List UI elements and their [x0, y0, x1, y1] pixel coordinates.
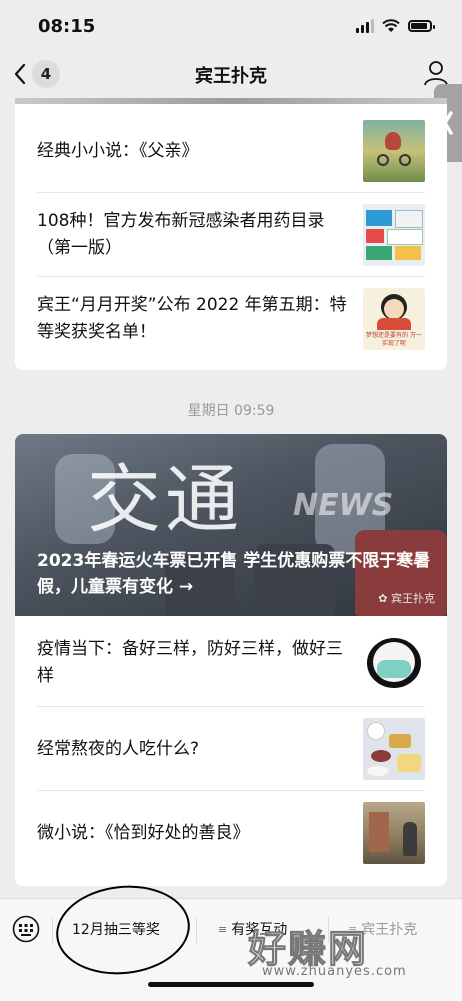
status-bar: 08:15: [0, 0, 462, 52]
article-item[interactable]: 疫情当下：备好三样，防好三样，做好三样: [37, 632, 425, 694]
street-photo-thumbnail: [363, 802, 425, 864]
menu-list-icon: ≡: [218, 922, 228, 936]
user-icon: [424, 61, 448, 86]
article-item[interactable]: 经典小小说：《父亲》: [37, 120, 425, 182]
article-title: 疫情当下：备好三样，防好三样，做好三样: [37, 639, 343, 686]
article-title: 宾王“月月开奖”公布 2022 年第五期：特等奖获奖名单！: [37, 295, 347, 342]
menu-separator: [196, 917, 197, 943]
medicine-boxes-thumbnail: [363, 204, 425, 266]
watermark-url: www.zhuanyes.com: [262, 964, 407, 979]
article-title: 经典小小说：《父亲》: [37, 140, 199, 161]
battery-icon: [408, 20, 435, 32]
divider: [37, 276, 425, 277]
article-item[interactable]: 经常熬夜的人吃什么?: [37, 718, 425, 780]
cyclist-painting-thumbnail: [363, 120, 425, 182]
article-title: 经常熬夜的人吃什么?: [37, 738, 200, 759]
keyboard-icon[interactable]: [12, 915, 40, 943]
menu-separator: [52, 917, 53, 943]
nav-bar: 4 宾王扑克: [0, 52, 462, 98]
hero-news-text: NEWS: [293, 488, 394, 523]
article-title: 微小说：《恰到好处的善良》: [37, 822, 250, 843]
hero-headline: 2023年春运火车票已开售 学生优惠购票不限于寒暑假，儿童票有变化 →: [37, 551, 431, 597]
hero-big-text: 交通: [87, 457, 243, 543]
page-title: 宾王扑克: [195, 66, 267, 87]
panda-mask-thumbnail: [363, 632, 425, 694]
signal-icon: [356, 19, 374, 33]
message-timestamp: 星期日 09:59: [187, 403, 275, 419]
cartoon-caption: 梦想还是要有的 万一实现了呢: [366, 332, 422, 347]
wechat-icon: ✿: [378, 592, 388, 605]
hero-source-label: 宾王扑克: [391, 592, 435, 605]
article-card-previous: 经典小小说：《父亲》 108种！官方发布新冠感染者用药目录（第一版） 宾王“月月…: [15, 98, 447, 370]
hero-source: ✿ 宾王扑克: [378, 590, 435, 606]
status-icons: [356, 19, 435, 33]
divider: [37, 192, 425, 193]
divider: [37, 706, 425, 707]
home-indicator: [148, 982, 314, 987]
article-title: 108种！官方发布新冠感染者用药目录（第一版）: [37, 211, 325, 258]
cartoon-thumbnail: 梦想还是要有的 万一实现了呢: [363, 288, 425, 350]
watermark: 好赚网 www.zhuanyes.com: [247, 918, 458, 988]
card-top-image-strip: [15, 98, 447, 104]
article-item[interactable]: 宾王“月月开奖”公布 2022 年第五期：特等奖获奖名单！ 梦想还是要有的 万一…: [37, 288, 425, 350]
status-time: 08:15: [38, 15, 96, 37]
food-table-thumbnail: [363, 718, 425, 780]
article-card-latest: 交通 NEWS 2023年春运火车票已开售 学生优惠购票不限于寒暑假，儿童票有变…: [15, 434, 447, 886]
wifi-icon: [382, 19, 400, 32]
article-item[interactable]: 微小说：《恰到好处的善良》: [37, 802, 425, 864]
hero-article[interactable]: 交通 NEWS 2023年春运火车票已开售 学生优惠购票不限于寒暑假，儿童票有变…: [15, 434, 447, 616]
divider: [37, 790, 425, 791]
article-item[interactable]: 108种！官方发布新冠感染者用药目录（第一版）: [37, 204, 425, 266]
